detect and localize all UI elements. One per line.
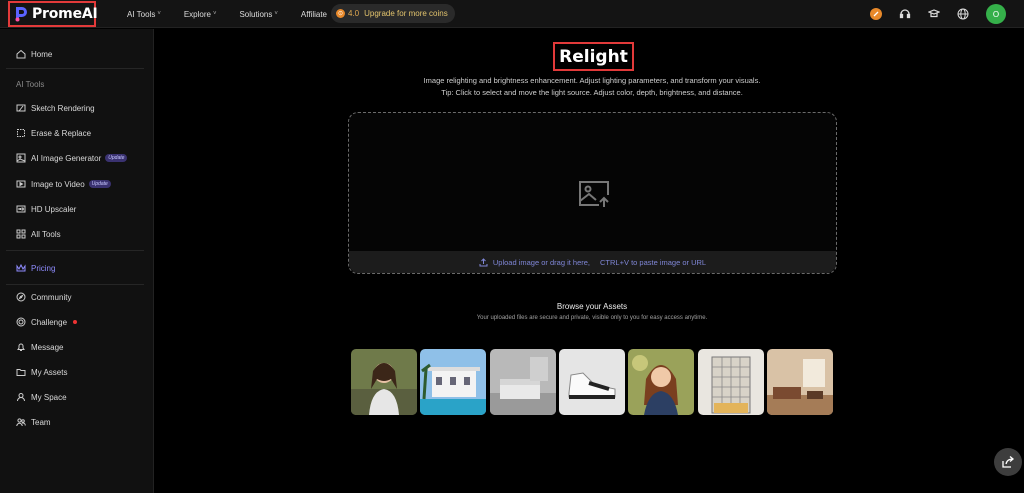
sidebar-item-sketch-rendering[interactable]: Sketch Rendering [16,101,95,115]
paste-label: CTRL+V to paste image or URL [600,257,707,267]
user-avatar[interactable]: O [986,4,1006,24]
sidebar-divider [6,250,144,251]
sidebar-item-team[interactable]: Team [16,415,51,429]
page-title-highlight: Relight [553,42,634,71]
user-icon [17,393,25,402]
upload-label: Upload image or drag it here, [492,257,591,267]
brand-logo[interactable]: PromeAI [8,1,98,27]
upload-icon [479,257,488,266]
home-icon [16,49,26,59]
headset-icon[interactable] [899,8,911,20]
sidebar-item-my-space[interactable]: My Space [16,390,67,404]
sidebar-item-all-tools[interactable]: All Tools [16,227,61,241]
sidebar-item-challenge[interactable]: Challenge [16,315,78,329]
team-icon [16,418,26,427]
sidebar-item-message[interactable]: Message [16,340,63,354]
promeai-logo-icon [14,6,28,22]
sketch-icon [16,104,26,112]
assets-title: Browse your Assets [556,302,628,311]
sidebar-divider [6,68,144,69]
chevron-down-icon: ˅ [212,11,217,17]
sidebar-item-my-assets[interactable]: My Assets [16,365,67,379]
image-generator-icon [16,153,26,163]
upload-bar[interactable]: Upload image or drag it here, CTRL+V to … [349,251,836,273]
update-badge: Update [105,154,128,162]
coin-icon: ⊙ [336,9,345,18]
compass-icon [16,292,26,302]
top-nav: AI Tools ˅ Explore ˅ Solutions ˅ Affiliate [127,0,350,28]
nav-explore[interactable]: Explore ˅ [184,10,217,19]
sidebar-item-home[interactable]: Home [16,47,52,61]
page-tip: Tip: Click to select and move the light … [441,88,743,97]
page-title: Relight [559,46,628,67]
asset-thumbnail-sneaker[interactable] [559,349,625,415]
page-description: Image relighting and brightness enhancem… [423,76,761,85]
update-badge: Update [88,180,111,188]
asset-thumbnail-girl-portrait[interactable] [351,349,417,415]
top-bar: PromeAI AI Tools ˅ Explore ˅ Solutions ˅ Af… [0,0,1024,28]
video-icon [16,180,26,188]
grid-icon [16,229,26,239]
globe-icon[interactable] [957,8,969,20]
share-button[interactable] [994,448,1022,476]
folder-icon [16,369,26,376]
crown-icon [16,263,26,272]
top-right-icons: O [870,0,1024,28]
upgrade-coins-button[interactable]: ⊙ 4.0 Upgrade for more coins [331,4,455,23]
asset-thumbnail-villa-pool[interactable] [420,349,486,415]
chevron-down-icon: ˅ [274,11,278,17]
upgrade-label: Upgrade for more coins [364,9,448,18]
sidebar-divider [6,284,144,285]
coin-balance: 4.0 [348,9,360,18]
sidebar-item-ai-image-generator[interactable]: AI Image Generator Update [16,151,128,165]
coin-icon[interactable] [870,8,882,20]
target-icon [16,317,26,327]
asset-thumbnail-white-bedroom[interactable] [490,349,556,415]
asset-thumbnail-girl-illustration[interactable] [628,349,694,415]
image-upload-icon [579,181,609,207]
sidebar-item-erase-replace[interactable]: Erase & Replace [16,126,91,140]
sidebar-item-hd-upscaler[interactable]: HD Upscaler [16,202,76,216]
notification-dot [73,320,78,324]
sidebar-item-pricing[interactable]: Pricing [16,261,55,275]
erase-icon [17,129,25,137]
asset-thumbnail-building-sketch[interactable] [698,349,764,415]
upload-dropzone[interactable]: Upload image or drag it here, CTRL+V to … [348,112,837,274]
asset-thumbnail-living-room[interactable] [767,349,833,415]
bell-icon [17,343,25,351]
graduation-cap-icon[interactable] [928,8,940,20]
nav-affiliate[interactable]: Affiliate [301,10,327,19]
nav-solutions[interactable]: Solutions ˅ [239,10,277,19]
sidebar-section-ai-tools: AI Tools [16,80,45,89]
nav-ai-tools[interactable]: AI Tools ˅ [127,10,161,19]
sidebar: Home AI Tools Sketch Rendering Erase & R… [0,29,154,493]
sidebar-item-image-to-video[interactable]: Image to Video Update [16,177,111,191]
brand-name: PromeAI [32,6,98,22]
sidebar-item-community[interactable]: Community [16,290,71,304]
chevron-down-icon: ˅ [157,11,161,17]
assets-subtitle: Your uploaded files are secure and priva… [476,315,708,321]
share-icon [1002,456,1015,468]
hd-icon [16,205,26,213]
